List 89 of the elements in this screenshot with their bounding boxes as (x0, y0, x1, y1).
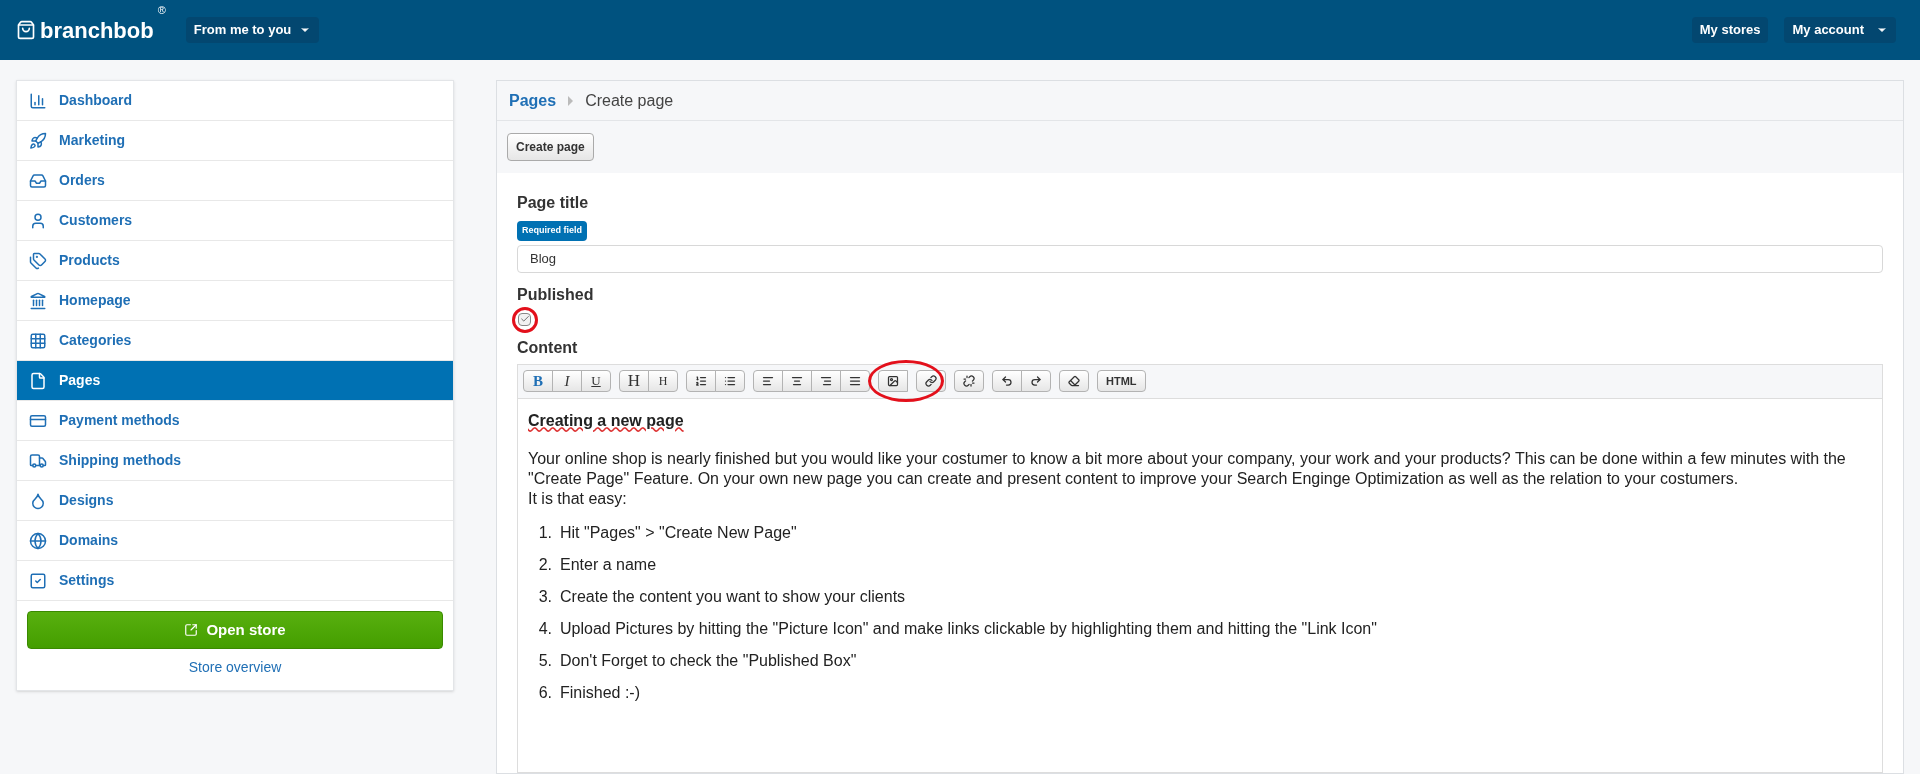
undo-icon (1001, 375, 1013, 387)
nav-link[interactable]: My stores (1691, 17, 1769, 43)
sidebar-item[interactable]: Domains (17, 521, 453, 561)
list-item: Upload Pictures by hitting the "Picture Icon" and make links clickable by highlighting them and hitting the "Link Icon" (560, 618, 1377, 639)
check-icon (519, 314, 530, 324)
sidebar-item[interactable]: Orders (17, 161, 453, 201)
toolbar-button[interactable] (811, 370, 841, 392)
align-center-icon (791, 375, 803, 387)
published-checkbox[interactable] (518, 312, 531, 326)
bank-icon (29, 291, 47, 310)
toolbar-button[interactable] (753, 370, 783, 392)
format-button[interactable]: U (581, 370, 611, 392)
list-item: Hit "Pages" > "Create New Page" (560, 522, 797, 543)
html-button[interactable]: HTML (1097, 370, 1146, 392)
rocket-icon (29, 131, 47, 150)
inbox-icon (29, 171, 47, 190)
sidebar-item[interactable]: Settings (17, 561, 453, 601)
content-paragraph: Your online shop is nearly finished but you would like your costumer to know a bit more about your company, your work and your products? This can be done within a few minutes with the "Create Page" Feature. On your own new page you can create and present content to improve your Search Enginge Optimization as well as the relation to your costumers. (528, 448, 1847, 489)
external-link-icon (184, 623, 199, 637)
sidebar-item[interactable]: Marketing (17, 121, 453, 161)
store-dropdown[interactable]: From me to you (185, 17, 320, 43)
list-number: 6. (538, 682, 552, 703)
create-page-button[interactable]: Create page (507, 133, 594, 161)
redo-icon (1030, 375, 1042, 387)
bullet-list-icon (724, 375, 736, 387)
sidebar-item[interactable]: Shipping methods (17, 441, 453, 481)
toolbar-button[interactable] (878, 370, 908, 392)
field-label: Page title (517, 193, 590, 213)
list-item: Don't Forget to check the "Published Box" (560, 650, 857, 671)
format-button[interactable]: H (648, 370, 678, 392)
toolbar-button[interactable] (1059, 370, 1089, 392)
open-store-button[interactable]: Open store (27, 611, 443, 649)
format-button[interactable]: I (552, 370, 582, 392)
format-button[interactable]: B (523, 370, 553, 392)
chart-icon (29, 91, 47, 110)
person-icon (29, 211, 47, 230)
tags-icon (29, 251, 47, 270)
unlink-icon (963, 375, 975, 387)
sidebar-item[interactable]: Designs (17, 481, 453, 521)
list-number: 4. (538, 618, 552, 639)
align-justify-icon (849, 375, 861, 387)
globe-icon (29, 531, 47, 550)
toolbar-button[interactable] (954, 370, 984, 392)
list-item: Finished :-) (560, 682, 641, 703)
field-label: Content (517, 337, 579, 358)
required-badge: Required field (517, 221, 587, 241)
sidebar-item[interactable]: Customers (17, 201, 453, 241)
sidebar-item[interactable]: Products (17, 241, 453, 281)
toolbar-button[interactable] (992, 370, 1022, 392)
content-paragraph: It is that easy: (528, 488, 628, 509)
field-label: Published (517, 284, 595, 305)
truck-icon (29, 451, 47, 470)
image-icon (887, 375, 899, 387)
store-overview-link[interactable]: Store overview (188, 657, 282, 678)
sidebar-item[interactable]: Homepage (17, 281, 453, 321)
eraser-icon (1068, 375, 1080, 387)
drop-icon (29, 491, 47, 510)
content-heading: Creating a new page (528, 410, 684, 431)
list-number: 1. (538, 522, 552, 543)
grid-icon (29, 331, 47, 350)
breadcrumb-link[interactable]: Pages (509, 88, 557, 113)
format-button[interactable]: H (619, 370, 649, 392)
toolbar-button[interactable] (916, 370, 946, 392)
link-icon (925, 375, 937, 387)
nav-link[interactable]: My account (1784, 17, 1896, 43)
breadcrumb-separator-icon (568, 95, 574, 106)
list-number: 5. (538, 650, 552, 671)
file-icon (29, 371, 47, 390)
sidebar-item[interactable]: Payment methods (17, 401, 453, 441)
sidebar-item[interactable]: Dashboard (17, 81, 453, 121)
checkbox-icon (29, 571, 47, 590)
toolbar-button[interactable] (840, 370, 870, 392)
toolbar-button[interactable] (686, 370, 716, 392)
toolbar-button[interactable] (782, 370, 812, 392)
logo-text: branchbob (40, 16, 154, 45)
align-left-icon (762, 375, 774, 387)
toolbar-button[interactable] (715, 370, 745, 392)
breadcrumb-current: Create page (585, 90, 674, 111)
list-number: 2. (538, 554, 552, 575)
registered-mark: ® (157, 2, 166, 18)
list-item: Enter a name (560, 554, 657, 575)
sidebar-item[interactable]: Pages (17, 361, 453, 401)
toolbar-button[interactable] (1021, 370, 1051, 392)
ordered-list-icon (695, 375, 707, 387)
logo-icon (16, 20, 36, 40)
align-right-icon (820, 375, 832, 387)
list-item: Create the content you want to show your clients (560, 586, 906, 607)
title-input[interactable]: Blog (517, 244, 1883, 273)
list-number: 3. (538, 586, 552, 607)
